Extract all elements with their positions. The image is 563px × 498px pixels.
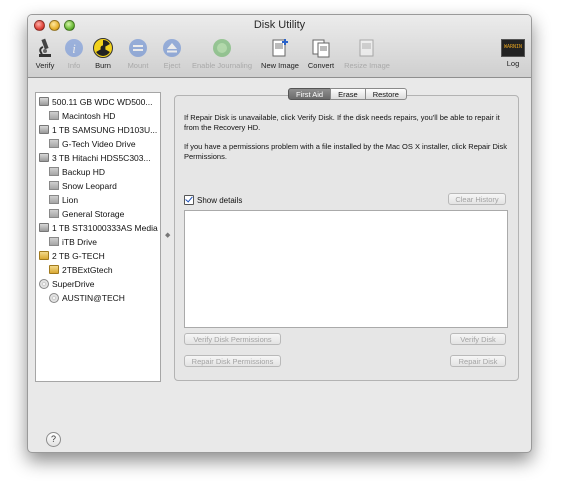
sidebar-item-superdrive[interactable]: SuperDrive bbox=[36, 277, 160, 291]
sidebar-item-snow-leopard[interactable]: Snow Leopard bbox=[36, 179, 160, 193]
volume-icon bbox=[49, 209, 59, 218]
external-volume-icon bbox=[49, 265, 59, 274]
sidebar-item-austin-tech[interactable]: AUSTIN@TECH bbox=[36, 291, 160, 305]
help-button[interactable]: ? bbox=[46, 432, 61, 447]
sidebar-item-label: G-Tech Video Drive bbox=[62, 139, 136, 149]
tab-erase[interactable]: Erase bbox=[330, 88, 366, 100]
show-details-label: Show details bbox=[197, 195, 243, 205]
first-aid-instructions-permissions: If you have a permissions problem with a… bbox=[184, 142, 508, 161]
volume-icon bbox=[49, 111, 59, 120]
toolbar: Verify i Info Burn Mount Eject Enable Jo… bbox=[28, 35, 531, 77]
log-button[interactable]: WARNIN Log bbox=[493, 35, 531, 68]
sidebar-item-label: 1 TB ST31000333AS Media bbox=[52, 223, 158, 233]
mount-icon bbox=[127, 37, 149, 59]
hard-drive-icon bbox=[39, 97, 49, 106]
sidebar-item-label: AUSTIN@TECH bbox=[62, 293, 125, 303]
enable-journaling-label: Enable Journaling bbox=[191, 61, 253, 70]
svg-text:i: i bbox=[72, 41, 76, 56]
volume-icon bbox=[49, 237, 59, 246]
new-image-button[interactable]: New Image bbox=[258, 35, 302, 70]
sidebar-item-g-tech-video-drive[interactable]: G-Tech Video Drive bbox=[36, 137, 160, 151]
log-icon-text: WARNIN bbox=[503, 44, 523, 50]
volume-icon bbox=[49, 195, 59, 204]
sidebar-item-label: 2TBExtGtech bbox=[62, 265, 113, 275]
repair-disk-permissions-button[interactable]: Repair Disk Permissions bbox=[184, 355, 281, 367]
verify-disk-button[interactable]: Verify Disk bbox=[450, 333, 506, 345]
disk-sidebar[interactable]: 500.11 GB WDC WD500... Macintosh HD 1 TB… bbox=[35, 92, 161, 382]
clear-history-button[interactable]: Clear History bbox=[448, 193, 506, 205]
log-label: Log bbox=[506, 59, 520, 68]
convert-label: Convert bbox=[307, 61, 335, 70]
sidebar-item-1tb-st31000333as[interactable]: 1 TB ST31000333AS Media bbox=[36, 221, 160, 235]
sidebar-item-label: 3 TB Hitachi HDS5C303... bbox=[52, 153, 151, 163]
new-image-icon bbox=[269, 37, 291, 59]
log-icon: WARNIN bbox=[501, 39, 525, 57]
sidebar-item-label: Macintosh HD bbox=[62, 111, 116, 121]
resize-image-icon bbox=[356, 37, 378, 59]
volume-icon bbox=[49, 139, 59, 148]
optical-drive-icon bbox=[39, 279, 49, 289]
sidebar-item-2tb-g-tech[interactable]: 2 TB G-TECH bbox=[36, 249, 160, 263]
eject-icon bbox=[161, 37, 183, 59]
sidebar-item-label: 2 TB G-TECH bbox=[52, 251, 105, 261]
sidebar-item-label: iTB Drive bbox=[62, 237, 97, 247]
title-bar: Disk Utility Verify i Info Burn Mount Ej… bbox=[28, 15, 531, 78]
resize-image-button[interactable]: Resize Image bbox=[341, 35, 393, 70]
details-log-area[interactable] bbox=[184, 210, 508, 328]
sidebar-item-label: Snow Leopard bbox=[62, 181, 117, 191]
new-image-label: New Image bbox=[261, 61, 299, 70]
disk-utility-window: Disk Utility Verify i Info Burn Mount Ej… bbox=[27, 14, 532, 453]
hard-drive-icon bbox=[39, 223, 49, 232]
convert-button[interactable]: Convert bbox=[299, 35, 343, 70]
tab-bar: First Aid Erase Restore bbox=[288, 88, 407, 100]
sidebar-item-backup-hd[interactable]: Backup HD bbox=[36, 165, 160, 179]
sidebar-item-macintosh-hd[interactable]: Macintosh HD bbox=[36, 109, 160, 123]
journal-icon bbox=[211, 37, 233, 59]
resize-image-label: Resize Image bbox=[344, 61, 390, 70]
checkbox-checked-icon[interactable] bbox=[184, 195, 194, 205]
volume-icon bbox=[49, 181, 59, 190]
tab-first-aid[interactable]: First Aid bbox=[288, 88, 332, 100]
first-aid-instructions-repair: If Repair Disk is unavailable, click Ver… bbox=[184, 113, 500, 132]
splitter-handle-icon[interactable]: ◆ bbox=[165, 231, 170, 239]
sidebar-item-label: 500.11 GB WDC WD500... bbox=[52, 97, 153, 107]
window-title: Disk Utility bbox=[253, 19, 306, 31]
sidebar-item-label: Lion bbox=[62, 195, 79, 205]
sidebar-item-general-storage[interactable]: General Storage bbox=[36, 207, 160, 221]
sidebar-item-label: 1 TB SAMSUNG HD103U... bbox=[52, 125, 158, 135]
repair-disk-button[interactable]: Repair Disk bbox=[450, 355, 506, 367]
verify-disk-permissions-button[interactable]: Verify Disk Permissions bbox=[184, 333, 281, 345]
hard-drive-icon bbox=[39, 153, 49, 162]
sidebar-item-label: General Storage bbox=[62, 209, 125, 219]
hard-drive-icon bbox=[39, 125, 49, 134]
sidebar-item-itb-drive[interactable]: iTB Drive bbox=[36, 235, 160, 249]
show-details-checkbox[interactable]: Show details bbox=[184, 195, 242, 205]
convert-icon bbox=[310, 37, 332, 59]
enable-journaling-button[interactable]: Enable Journaling bbox=[187, 35, 257, 70]
sidebar-item-3tb-hitachi[interactable]: 3 TB Hitachi HDS5C303... bbox=[36, 151, 160, 165]
sidebar-item-label: SuperDrive bbox=[52, 279, 95, 289]
sidebar-item-label: Backup HD bbox=[62, 167, 105, 177]
sidebar-item-500gb-wdc[interactable]: 500.11 GB WDC WD500... bbox=[36, 95, 160, 109]
sidebar-item-lion[interactable]: Lion bbox=[36, 193, 160, 207]
radiation-icon bbox=[92, 37, 114, 59]
sidebar-item-2tbextgtech[interactable]: 2TBExtGtech bbox=[36, 263, 160, 277]
disc-icon bbox=[49, 293, 59, 303]
tab-restore[interactable]: Restore bbox=[364, 88, 407, 100]
sidebar-item-1tb-samsung[interactable]: 1 TB SAMSUNG HD103U... bbox=[36, 123, 160, 137]
external-drive-icon bbox=[39, 251, 49, 260]
volume-icon bbox=[49, 167, 59, 176]
